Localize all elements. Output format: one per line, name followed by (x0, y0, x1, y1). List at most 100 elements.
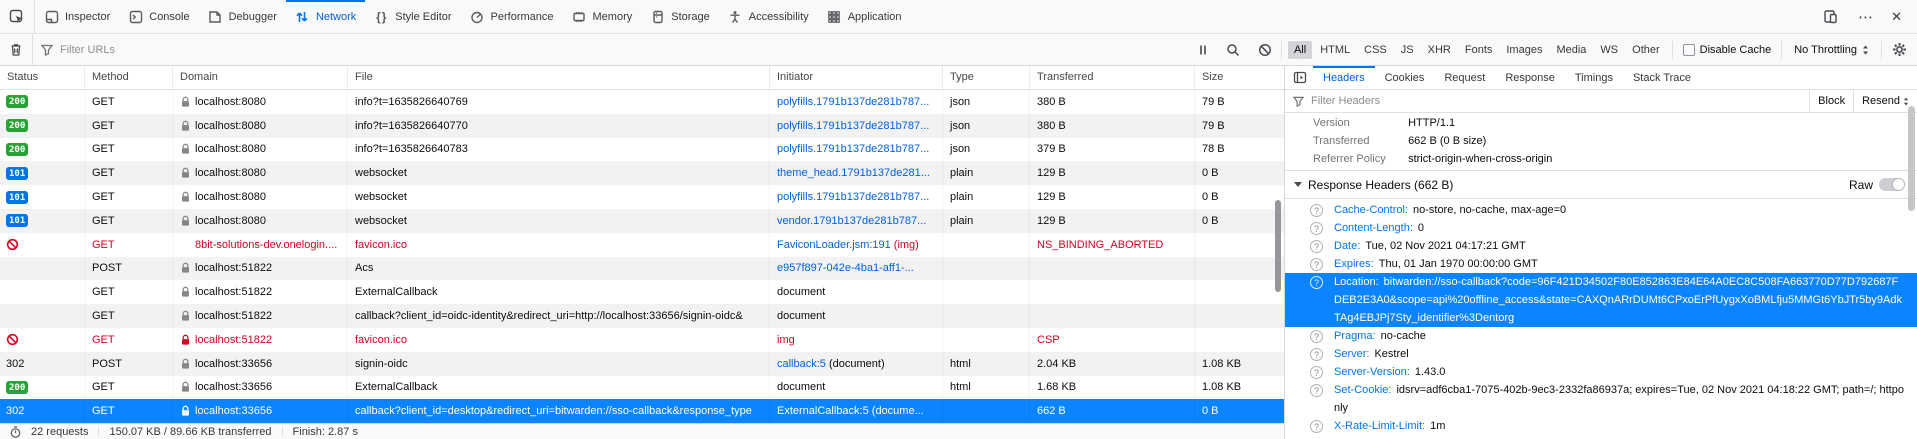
response-header-server-version[interactable]: ? Server-Version1.43.0 (1285, 363, 1917, 381)
meatball-menu-button[interactable]: ⋯ (1851, 8, 1880, 26)
response-headers-section-header[interactable]: Response Headers (662 B) Raw (1285, 170, 1917, 199)
details-tab-request[interactable]: Request (1434, 66, 1495, 89)
initiator-link[interactable]: vendor.1791b137de281b787... (777, 215, 926, 227)
initiator-link[interactable]: callback:5 (777, 358, 826, 370)
response-header-expires[interactable]: ? ExpiresThu, 01 Jan 1970 00:00:00 GMT (1285, 255, 1917, 273)
table-row[interactable]: GET localhost:51822 favicon.ico img CSP (0, 328, 1284, 352)
type-filter-fonts[interactable]: Fonts (1459, 41, 1499, 59)
pause-traffic-button[interactable] (1189, 44, 1217, 56)
question-circle-icon[interactable]: ? (1310, 420, 1323, 433)
type-filter-xhr[interactable]: XHR (1422, 41, 1457, 59)
collapse-panel-button[interactable] (1285, 66, 1313, 89)
response-header-cache-control[interactable]: ? Cache-Controlno-store, no-cache, max-a… (1285, 201, 1917, 219)
question-circle-icon[interactable]: ? (1310, 276, 1323, 289)
details-tab-cookies[interactable]: Cookies (1375, 66, 1435, 89)
initiator-link[interactable]: polyfills.1791b137de281b787... (777, 143, 929, 155)
column-header-initiator[interactable]: Initiator (770, 66, 943, 89)
type-filter-media[interactable]: Media (1550, 41, 1592, 59)
table-row[interactable]: GET localhost:51822 callback?client_id=o… (0, 304, 1284, 328)
response-header-server[interactable]: ? ServerKestrel (1285, 345, 1917, 363)
network-settings-button[interactable] (1882, 42, 1917, 57)
close-devtools-button[interactable]: ✕ (1884, 9, 1909, 25)
initiator-link[interactable]: polyfills.1791b137de281b787... (777, 191, 929, 203)
type-filter-js[interactable]: JS (1395, 41, 1420, 59)
tab-inspector[interactable]: Inspector (35, 0, 119, 33)
initiator-link[interactable]: document (777, 381, 825, 393)
table-row[interactable]: GET 8bit-solutions-dev.onelogin.... favi… (0, 233, 1284, 257)
question-circle-icon[interactable]: ? (1310, 366, 1323, 379)
filter-urls-input[interactable] (58, 43, 278, 57)
tab-application[interactable]: Application (818, 0, 911, 33)
element-picker-button[interactable] (0, 0, 34, 33)
initiator-link[interactable]: e957f897-042e-4ba1-aff1-... (777, 262, 914, 274)
type-filter-html[interactable]: HTML (1314, 41, 1356, 59)
type-filter-images[interactable]: Images (1500, 41, 1548, 59)
tab-accessibility[interactable]: Accessibility (719, 0, 818, 33)
search-button[interactable] (1217, 43, 1249, 57)
table-row[interactable]: 302 GET localhost:33656 callback?client_… (0, 399, 1284, 423)
block-button[interactable]: Block (1810, 90, 1853, 112)
disable-cache-checkbox[interactable] (1683, 44, 1695, 56)
table-row[interactable]: GET localhost:51822 ExternalCallback doc… (0, 280, 1284, 304)
tab-console[interactable]: Console (119, 0, 198, 33)
initiator-link[interactable]: polyfills.1791b137de281b787... (777, 96, 929, 108)
details-tab-stack-trace[interactable]: Stack Trace (1623, 66, 1701, 89)
question-circle-icon[interactable]: ? (1310, 330, 1323, 343)
initiator-link[interactable]: document (777, 286, 825, 298)
type-filter-ws[interactable]: WS (1594, 41, 1624, 59)
tab-memory[interactable]: Memory (563, 0, 642, 33)
details-scrollbar-thumb[interactable] (1908, 106, 1915, 211)
column-header-domain[interactable]: Domain (173, 66, 348, 89)
table-row[interactable]: 200 GET localhost:8080 info?t=1635826640… (0, 138, 1284, 162)
question-circle-icon[interactable]: ? (1310, 384, 1323, 397)
details-tab-headers[interactable]: Headers (1313, 66, 1375, 89)
table-row[interactable]: 200 GET localhost:33656 ExternalCallback… (0, 376, 1284, 400)
disable-cache-control[interactable]: Disable Cache (1673, 44, 1782, 56)
column-header-method[interactable]: Method (85, 66, 173, 89)
response-header-pragma[interactable]: ? Pragmano-cache (1285, 327, 1917, 345)
initiator-link[interactable]: FaviconLoader.jsm:191 (777, 239, 891, 251)
request-list-scrollbar-thumb[interactable] (1275, 200, 1281, 292)
table-row[interactable]: 101 GET localhost:8080 websocket theme_h… (0, 161, 1284, 185)
question-circle-icon[interactable]: ? (1310, 222, 1323, 235)
tab-debugger[interactable]: Debugger (199, 0, 286, 33)
tab-performance[interactable]: Performance (461, 0, 563, 33)
table-row[interactable]: 302 POST localhost:33656 signin-oidc cal… (0, 352, 1284, 376)
filter-headers-input[interactable] (1309, 94, 1809, 108)
table-row[interactable]: 200 GET localhost:8080 info?t=1635826640… (0, 114, 1284, 138)
table-row[interactable]: POST localhost:51822 Acs e957f897-042e-4… (0, 257, 1284, 281)
type-filter-all[interactable]: All (1288, 41, 1312, 59)
clear-requests-button[interactable] (0, 42, 32, 57)
response-header-location[interactable]: ? Locationbitwarden://sso-callback?code=… (1285, 273, 1917, 327)
response-header-content-length[interactable]: ? Content-Length0 (1285, 219, 1917, 237)
question-circle-icon[interactable]: ? (1310, 258, 1323, 271)
response-header-date[interactable]: ? DateTue, 02 Nov 2021 04:17:21 GMT (1285, 237, 1917, 255)
type-filter-css[interactable]: CSS (1358, 41, 1393, 59)
initiator-link[interactable]: ExternalCallback:5 (777, 405, 869, 417)
tab-network[interactable]: Network (286, 0, 365, 33)
response-header-set-cookie[interactable]: ? Set-Cookieidsrv=adf6cba1-7075-402b-9ec… (1285, 381, 1917, 417)
question-circle-icon[interactable]: ? (1310, 348, 1323, 361)
table-row[interactable]: 200 GET localhost:8080 info?t=1635826640… (0, 90, 1284, 114)
request-blocking-button[interactable] (1249, 43, 1281, 57)
question-circle-icon[interactable]: ? (1310, 240, 1323, 253)
tab-style-editor[interactable]: {} Style Editor (365, 0, 460, 33)
column-header-file[interactable]: File (348, 66, 770, 89)
initiator-link[interactable]: img (777, 334, 795, 346)
column-header-size[interactable]: Size (1195, 66, 1284, 89)
type-filter-other[interactable]: Other (1626, 41, 1666, 59)
details-tab-response[interactable]: Response (1495, 66, 1565, 89)
initiator-link[interactable]: theme_head.1791b137de281... (777, 167, 930, 179)
column-header-type[interactable]: Type (943, 66, 1030, 89)
throttling-select[interactable]: No Throttling (1782, 44, 1881, 56)
question-circle-icon[interactable]: ? (1310, 204, 1323, 217)
raw-toggle[interactable] (1879, 178, 1905, 191)
response-header-x-rate-limit-limit[interactable]: ? X-Rate-Limit-Limit1m (1285, 417, 1917, 435)
table-row[interactable]: 101 GET localhost:8080 websocket polyfil… (0, 185, 1284, 209)
column-header-transferred[interactable]: Transferred (1030, 66, 1195, 89)
responsive-design-mode-button[interactable] (1814, 9, 1847, 24)
tab-storage[interactable]: Storage (641, 0, 719, 33)
column-header-status[interactable]: Status (0, 66, 85, 89)
initiator-link[interactable]: document (777, 310, 825, 322)
details-tab-timings[interactable]: Timings (1565, 66, 1623, 89)
